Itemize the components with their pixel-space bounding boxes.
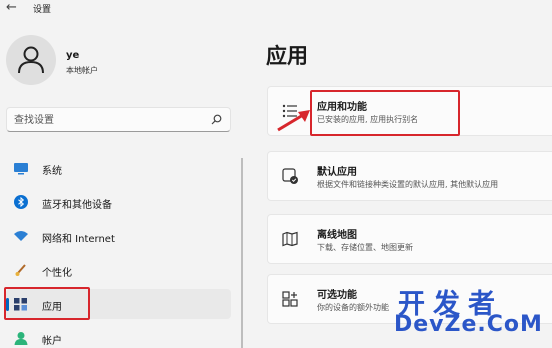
map-icon [282, 231, 298, 247]
optional-features-icon [282, 291, 298, 307]
card-default-apps[interactable]: 默认应用 根据文件和链接种类设置的默认应用, 其他默认应用 [267, 151, 552, 201]
watermark: 开发者 DevZe.CoM [388, 282, 552, 348]
wifi-icon [14, 231, 28, 241]
bluetooth-icon [14, 195, 28, 209]
brush-icon [15, 264, 26, 276]
card-title: 离线地图 [317, 230, 357, 241]
sidebar-scrollbar[interactable] [241, 158, 243, 348]
sidebar-item-accounts[interactable]: 帐户 [6, 323, 231, 348]
sidebar-item-label: 帐户 [42, 336, 62, 347]
search-box[interactable] [6, 107, 231, 132]
avatar[interactable] [6, 35, 56, 85]
sidebar-item-label: 蓝牙和其他设备 [42, 200, 112, 211]
user-account-type: 本地帐户 [66, 66, 98, 75]
red-arrow-icon [277, 110, 310, 132]
sidebar-item-network[interactable]: 网络和 Internet [6, 221, 231, 251]
card-description: 根据文件和链接种类设置的默认应用, 其他默认应用 [317, 180, 499, 189]
card-title: 默认应用 [317, 167, 357, 178]
sidebar-item-label: 系统 [42, 166, 62, 177]
sidebar-item-personalization[interactable]: 个性化 [6, 255, 231, 285]
sidebar-item-label: 个性化 [42, 268, 72, 279]
sidebar-item-label: 网络和 Internet [42, 234, 115, 245]
page-title: 应用 [266, 44, 308, 68]
monitor-icon [14, 163, 28, 175]
account-icon [14, 332, 28, 345]
sidebar-item-system[interactable]: 系统 [6, 153, 231, 183]
card-title: 可选功能 [317, 290, 357, 301]
back-arrow-icon[interactable]: ← [6, 0, 17, 15]
search-input[interactable] [14, 113, 194, 127]
user-name: ye [66, 50, 80, 61]
sidebar-item-bluetooth[interactable]: 蓝牙和其他设备 [6, 187, 231, 217]
window-title: 设置 [33, 5, 52, 15]
card-description: 你的设备的额外功能 [317, 303, 389, 312]
default-apps-icon [282, 168, 298, 184]
title-bar: ← 设置 [0, 0, 552, 18]
user-icon [18, 46, 44, 74]
search-icon[interactable] [211, 114, 222, 125]
highlight-box-apps [4, 287, 90, 320]
highlight-box-apps-features [310, 90, 460, 136]
card-offline-maps[interactable]: 离线地图 下载、存储位置、地图更新 [267, 214, 552, 264]
card-description: 下载、存储位置、地图更新 [317, 243, 413, 252]
watermark-line2: DevZe.CoM [394, 312, 543, 337]
